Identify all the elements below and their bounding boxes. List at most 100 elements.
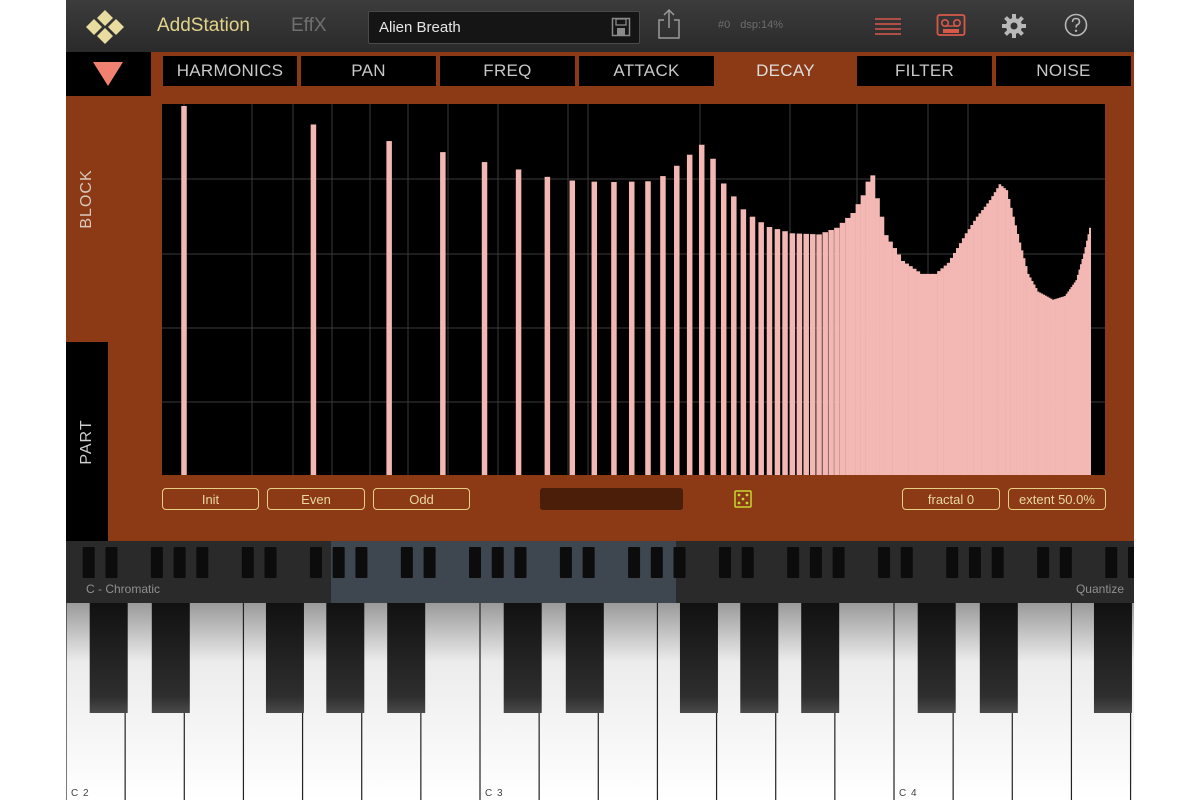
even-button[interactable]: Even xyxy=(267,488,365,510)
harmonic-bar xyxy=(964,233,968,475)
black-key xyxy=(1093,603,1132,713)
white-key xyxy=(1012,603,1072,800)
harmonic-bar xyxy=(978,213,982,475)
mini-black-key xyxy=(332,547,345,578)
harmonic-bar xyxy=(958,243,963,475)
quantize-toggle[interactable]: Quantize xyxy=(1076,582,1124,596)
harmonic-bar xyxy=(916,271,921,475)
harmonic-bar xyxy=(967,229,971,475)
dsp-load: dsp:14% xyxy=(740,19,784,31)
black-key xyxy=(801,603,840,713)
harmonic-bar xyxy=(1042,294,1045,475)
share-icon[interactable] xyxy=(656,8,682,40)
mini-keyboard[interactable] xyxy=(66,541,1134,603)
mini-black-key xyxy=(1037,547,1050,578)
harmonic-bar xyxy=(855,204,861,475)
harmonic-bar xyxy=(720,183,727,475)
tab-filter[interactable]: FILTER xyxy=(857,56,992,86)
mini-black-key xyxy=(355,547,368,578)
tab-attack[interactable]: ATTACK xyxy=(579,56,714,86)
preset-selector[interactable]: Alien Breath xyxy=(368,11,640,44)
mini-black-key xyxy=(1128,547,1134,578)
part-label: PART xyxy=(78,418,95,465)
mini-black-key xyxy=(400,547,413,578)
harmonic-bar xyxy=(645,181,651,475)
harmonic-bar xyxy=(991,196,995,475)
harmonic-bar xyxy=(993,192,997,475)
mini-black-key xyxy=(968,547,981,578)
mini-black-key xyxy=(196,547,209,578)
tab-pan[interactable]: PAN xyxy=(301,56,436,86)
harmonic-bar xyxy=(796,233,803,475)
harmonic-bar xyxy=(1023,258,1026,475)
harmonic-bar xyxy=(1051,299,1055,475)
harmonic-bar xyxy=(1037,291,1040,475)
help-icon[interactable] xyxy=(1064,13,1088,37)
black-key xyxy=(265,603,304,713)
mini-black-key xyxy=(628,547,641,578)
mini-black-key xyxy=(264,547,277,578)
decay-graph[interactable] xyxy=(162,104,1105,475)
harmonic-bar xyxy=(766,227,773,475)
harmonic-bar xyxy=(1016,233,1020,475)
harmonic-bar xyxy=(946,262,951,475)
harmonic-bar xyxy=(731,196,737,475)
block-label: BLOCK xyxy=(78,169,95,229)
amount-slider[interactable] xyxy=(540,488,683,510)
scale-label[interactable]: C - Chromatic xyxy=(86,582,160,596)
harmonic-bar xyxy=(986,203,990,475)
keyboard-range-strip[interactable]: C - Chromatic Quantize xyxy=(66,541,1134,603)
harmonic-bar xyxy=(879,216,885,475)
tab-noise[interactable]: NOISE xyxy=(996,56,1131,86)
harmonic-bar xyxy=(860,195,866,475)
tab-decay[interactable]: DECAY xyxy=(718,56,853,86)
harmonic-bar xyxy=(884,235,889,475)
collapse-button[interactable] xyxy=(66,52,151,96)
harmonic-bar xyxy=(845,217,851,475)
black-key xyxy=(679,603,718,713)
harmonic-bar xyxy=(1020,250,1024,475)
black-key xyxy=(740,603,779,713)
harmonic-bar xyxy=(1003,188,1006,475)
effx-button[interactable]: EffX xyxy=(291,15,327,37)
piano-keys[interactable] xyxy=(66,603,1134,800)
dice-icon[interactable] xyxy=(734,490,752,508)
harmonic-bar xyxy=(1048,297,1051,475)
harmonic-bar xyxy=(961,238,966,475)
harmonic-bar xyxy=(440,152,446,475)
mini-black-key xyxy=(878,547,891,578)
harmonic-bar xyxy=(1031,280,1034,475)
tape-recorder-icon[interactable] xyxy=(936,12,966,38)
block-mode-button[interactable]: BLOCK xyxy=(66,96,108,342)
tab-harmonics[interactable]: HARMONICS xyxy=(163,56,297,86)
harmonic-bar xyxy=(923,273,928,475)
gear-icon[interactable] xyxy=(1001,13,1027,39)
diamond-logo-icon[interactable] xyxy=(82,8,128,44)
tab-freq[interactable]: FREQ xyxy=(440,56,575,86)
harmonic-bar xyxy=(1029,277,1032,475)
mini-black-key xyxy=(741,547,754,578)
harmonic-bar xyxy=(892,248,898,475)
odd-button[interactable]: Odd xyxy=(373,488,470,510)
fractal-button[interactable]: fractal 0 xyxy=(902,488,1000,510)
init-button[interactable]: Init xyxy=(162,488,259,510)
harmonic-bar xyxy=(1053,299,1056,475)
save-icon[interactable] xyxy=(611,17,631,37)
extent-button[interactable]: extent 50.0% xyxy=(1008,488,1106,510)
decay-graph-svg[interactable] xyxy=(162,104,1105,475)
mini-black-key xyxy=(241,547,254,578)
piano-keyboard[interactable]: C 2 C 3 C 4 xyxy=(66,603,1134,800)
hamburger-menu-icon[interactable] xyxy=(874,15,902,37)
top-bar: AddStation EffX Alien Breath #0 dsp:14% xyxy=(66,0,1134,52)
harmonic-bar xyxy=(1039,292,1042,475)
mini-black-key xyxy=(105,547,118,578)
harmonic-bar xyxy=(900,260,906,475)
mini-black-key xyxy=(82,547,95,578)
black-key xyxy=(917,603,956,713)
harmonic-bar xyxy=(940,268,944,475)
editor-panel: HARMONICS PAN FREQ ATTACK DECAY FILTER N… xyxy=(66,52,1134,541)
white-key xyxy=(184,603,244,800)
harmonic-bar xyxy=(1025,266,1028,475)
mini-black-key xyxy=(809,547,822,578)
harmonic-bar xyxy=(1035,288,1038,475)
